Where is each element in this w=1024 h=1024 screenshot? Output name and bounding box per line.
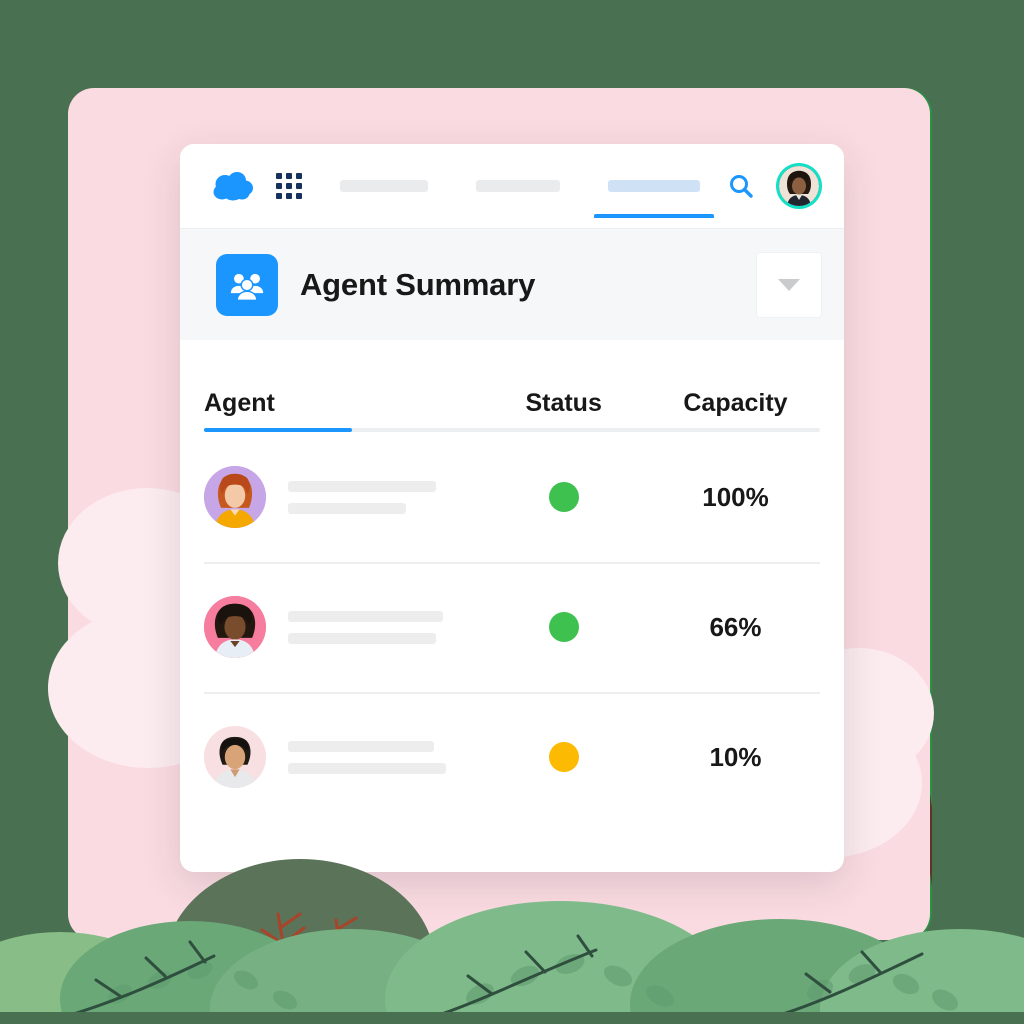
app-window: Agent Summary Agent Status Capacity 100%… <box>180 144 844 872</box>
global-navigation-bar <box>180 144 844 228</box>
table-row[interactable]: 66% <box>204 562 820 692</box>
cell-agent <box>204 596 476 658</box>
agent-name-placeholder <box>288 610 443 644</box>
table-header-row: Agent Status Capacity <box>204 340 820 432</box>
nav-tab-list <box>340 154 728 218</box>
people-group-icon <box>216 253 278 316</box>
agent-name-placeholder <box>288 480 436 514</box>
status-badge <box>548 742 579 772</box>
bush-illustration <box>0 859 1024 1024</box>
illustration-scene: Agent Summary Agent Status Capacity 100%… <box>0 0 1024 1024</box>
cell-status <box>476 742 651 772</box>
page-header: Agent Summary <box>180 228 844 340</box>
chevron-down-icon <box>778 278 800 291</box>
app-launcher-grid-icon[interactable] <box>276 173 302 199</box>
search-icon[interactable] <box>728 173 754 199</box>
status-badge <box>548 612 579 642</box>
nav-tab-1[interactable] <box>340 154 428 218</box>
page-actions-dropdown-button[interactable] <box>756 251 822 318</box>
cell-status <box>476 482 651 512</box>
cell-status <box>476 612 651 642</box>
agent-summary-table: Agent Status Capacity 100% 66% 10% <box>180 340 844 822</box>
column-header-capacity[interactable]: Capacity <box>651 389 820 432</box>
agent-avatar[interactable] <box>204 466 266 528</box>
cell-agent <box>204 726 476 788</box>
cell-agent <box>204 466 476 528</box>
cell-capacity: 100% <box>702 481 769 512</box>
column-header-agent[interactable]: Agent <box>204 389 476 432</box>
nav-tab-2[interactable] <box>476 154 560 218</box>
agent-avatar[interactable] <box>204 596 266 658</box>
agent-avatar[interactable] <box>204 726 266 788</box>
table-row[interactable]: 10% <box>204 692 820 822</box>
salesforce-cloud-icon[interactable] <box>212 171 254 201</box>
column-header-status[interactable]: Status <box>476 389 651 432</box>
cell-capacity: 10% <box>709 741 762 772</box>
user-avatar[interactable] <box>776 163 822 209</box>
table-row[interactable]: 100% <box>204 432 820 562</box>
nav-tab-3-active[interactable] <box>594 154 714 218</box>
page-title: Agent Summary <box>300 266 536 302</box>
agent-name-placeholder <box>288 740 446 774</box>
cell-capacity: 66% <box>709 611 762 642</box>
status-badge <box>548 482 579 512</box>
